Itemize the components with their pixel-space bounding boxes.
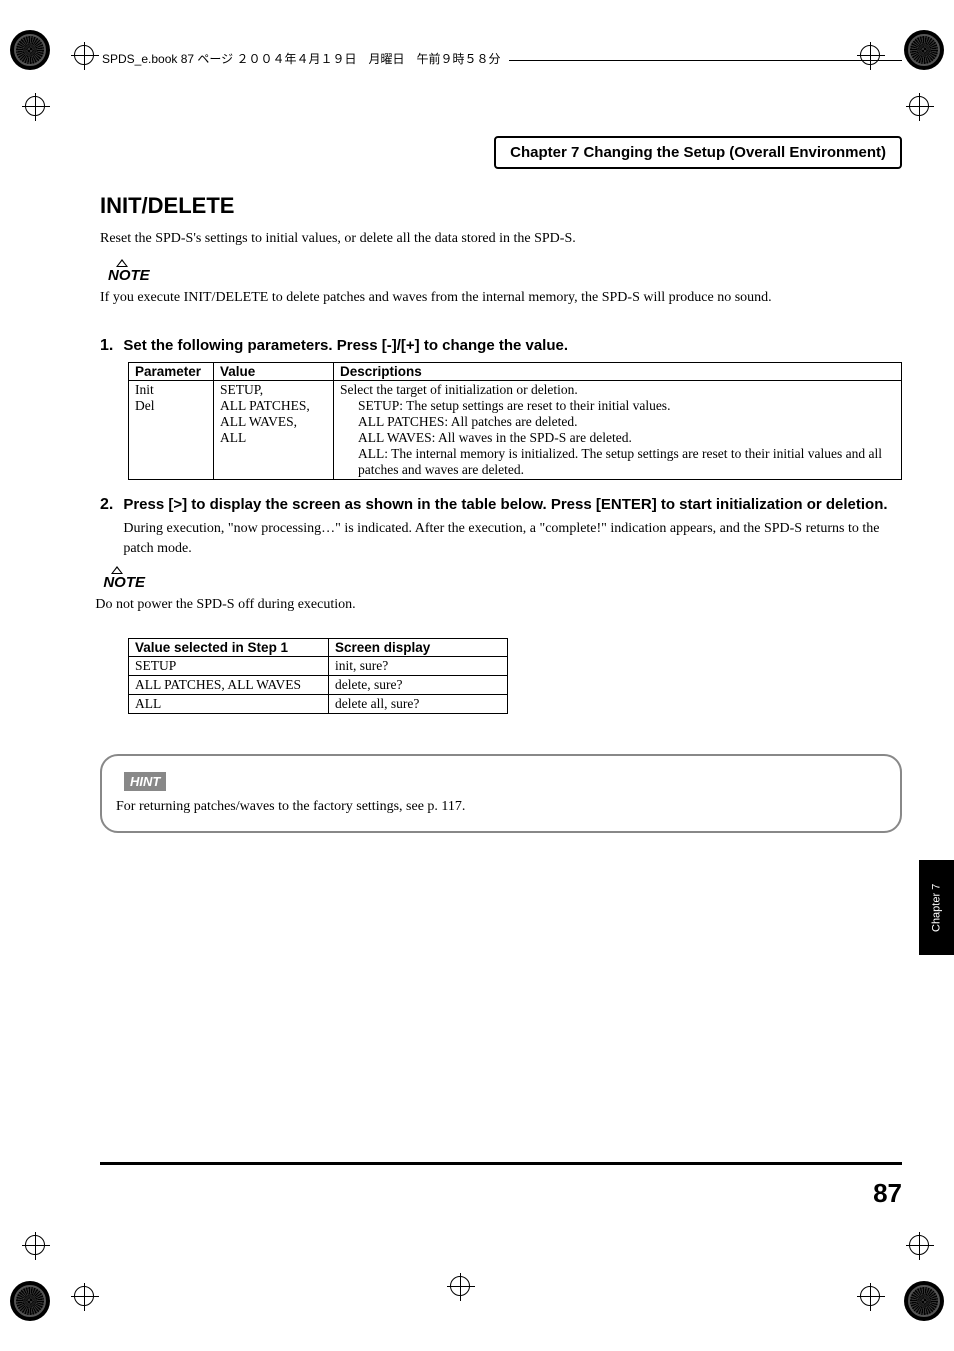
chapter-tab: Chapter 7 (919, 860, 954, 955)
note-text: If you execute INIT/DELETE to delete pat… (100, 288, 902, 308)
table-header: Descriptions (334, 363, 902, 381)
registration-mark-icon (860, 1286, 880, 1306)
table-cell: SETUP (129, 657, 329, 676)
registration-mark-icon (74, 1286, 94, 1306)
note-icon: NOTE (108, 267, 150, 284)
book-header-text: SPDS_e.book 87 ページ ２００４年４月１９日 月曜日 午前９時５８… (102, 50, 509, 67)
table-cell: ALL PATCHES, ALL WAVES (129, 676, 329, 695)
step-1: 1. Set the following parameters. Press [… (100, 337, 902, 358)
table-cell: delete all, sure? (329, 695, 508, 714)
registration-mark-icon (25, 1235, 45, 1255)
registration-mark-icon (909, 1235, 929, 1255)
printer-mark-icon (10, 30, 50, 70)
printer-mark-icon (904, 30, 944, 70)
registration-mark-icon (860, 45, 880, 65)
section-title: INIT/DELETE (100, 193, 902, 219)
table-cell: ALL (129, 695, 329, 714)
screen-display-table: Value selected in Step 1 Screen display … (128, 638, 508, 714)
step-2: 2. Press [>] to display the screen as sh… (100, 496, 902, 624)
parameter-table: Parameter Value Descriptions InitDel SET… (128, 362, 902, 480)
hint-box: HINT For returning patches/waves to the … (100, 754, 902, 833)
printer-mark-icon (10, 1281, 50, 1321)
footer-rule (100, 1162, 902, 1165)
table-header: Parameter (129, 363, 214, 381)
table-cell: init, sure? (329, 657, 508, 676)
table-header: Value (214, 363, 334, 381)
step-heading: Set the following parameters. Press [-]/… (123, 337, 902, 354)
step-number: 2. (100, 496, 113, 514)
note-icon: NOTE (103, 574, 145, 591)
hint-text: For returning patches/waves to the facto… (116, 797, 886, 817)
chapter-heading-box: Chapter 7 Changing the Setup (Overall En… (494, 136, 902, 169)
printer-mark-icon (904, 1281, 944, 1321)
step-paragraph: During execution, "now processing…" is i… (123, 519, 902, 560)
registration-mark-icon (909, 96, 929, 116)
table-cell: Select the target of initialization or d… (334, 381, 902, 480)
registration-mark-icon (74, 45, 94, 65)
table-header: Screen display (329, 639, 508, 657)
hint-icon: HINT (124, 772, 166, 791)
registration-mark-icon (25, 96, 45, 116)
page-number: 87 (873, 1178, 902, 1209)
table-header: Value selected in Step 1 (129, 639, 329, 657)
note-text: Do not power the SPD-S off during execut… (95, 595, 902, 615)
table-cell: delete, sure? (329, 676, 508, 695)
table-cell: SETUP,ALL PATCHES,ALL WAVES,ALL (214, 381, 334, 480)
step-number: 1. (100, 337, 113, 355)
step-heading: Press [>] to display the screen as shown… (123, 496, 902, 513)
intro-paragraph: Reset the SPD-S's settings to initial va… (100, 229, 902, 249)
registration-mark-icon (450, 1276, 470, 1296)
table-cell: InitDel (129, 381, 214, 480)
